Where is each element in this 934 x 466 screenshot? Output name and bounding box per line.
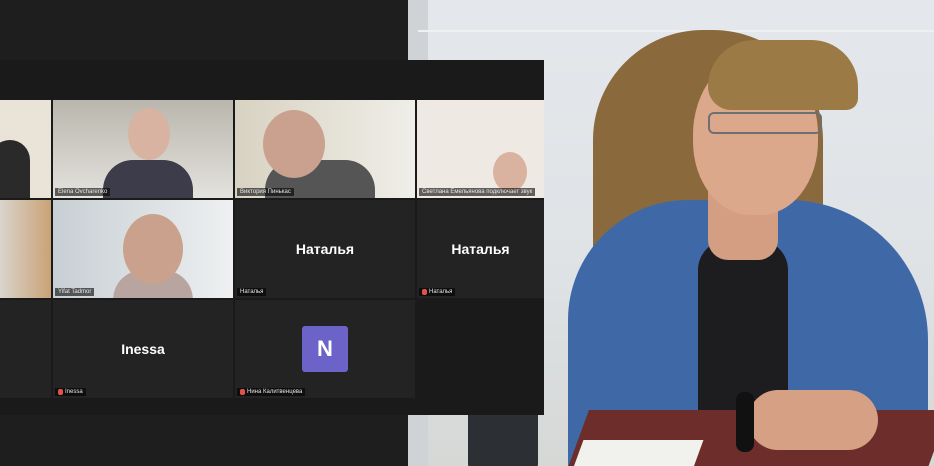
person-head xyxy=(123,214,183,284)
participant-name-label: Виктория Пинькас xyxy=(237,188,294,196)
woman-hand xyxy=(748,390,878,450)
participant-tile[interactable] xyxy=(0,100,51,198)
empty-tile xyxy=(0,300,51,398)
video-conference-gallery: Elena Ovcharenko Виктория Пинькас Светла… xyxy=(0,60,544,415)
participant-name-label: Yifat Tadmor xyxy=(55,288,95,296)
person-figure xyxy=(103,160,193,198)
room-background xyxy=(417,100,544,198)
participant-display-name: Наталья xyxy=(295,241,355,257)
participant-tile[interactable] xyxy=(0,200,51,298)
participant-tile[interactable]: Elena Ovcharenko xyxy=(53,100,233,198)
participant-name-label: Наталья xyxy=(237,288,267,296)
glasses xyxy=(708,112,822,134)
participant-display-name: Наталья xyxy=(451,241,510,257)
participant-tile-no-video[interactable]: Inessa Inessa xyxy=(53,300,233,398)
participant-avatar: N xyxy=(302,326,348,372)
participant-name-label: Inessa xyxy=(55,388,86,396)
participant-name-label: Нина Калитвенцева xyxy=(237,388,306,396)
participant-tile-no-video[interactable]: N Нина Калитвенцева xyxy=(235,300,415,398)
participant-tile-active-speaker[interactable]: Виктория Пинькас xyxy=(235,100,415,198)
participant-display-name: Inessa xyxy=(121,341,165,357)
participant-tile-no-video[interactable]: Наталья Наталья xyxy=(235,200,415,298)
bracelet xyxy=(736,392,754,452)
mic-muted-icon xyxy=(58,389,63,395)
mic-muted-icon xyxy=(240,389,245,395)
person-figure xyxy=(0,140,30,198)
person-head xyxy=(263,110,325,178)
woman-hair-top xyxy=(708,40,858,110)
participant-tile[interactable]: Yifat Tadmor xyxy=(53,200,233,298)
participant-name-label: Наталья xyxy=(419,288,456,296)
participant-name-label: Светлана Емельянова подключает звук xyxy=(419,188,536,196)
person-head xyxy=(128,108,170,160)
mic-muted-icon xyxy=(422,289,427,295)
participant-name-label: Elena Ovcharenko xyxy=(55,188,111,196)
paper xyxy=(572,440,704,466)
room-background xyxy=(0,200,51,298)
participant-tile-no-video[interactable]: Наталья Наталья xyxy=(417,200,544,298)
person-head xyxy=(493,152,527,192)
participant-tile[interactable]: Светлана Емельянова подключает звук xyxy=(417,100,544,198)
